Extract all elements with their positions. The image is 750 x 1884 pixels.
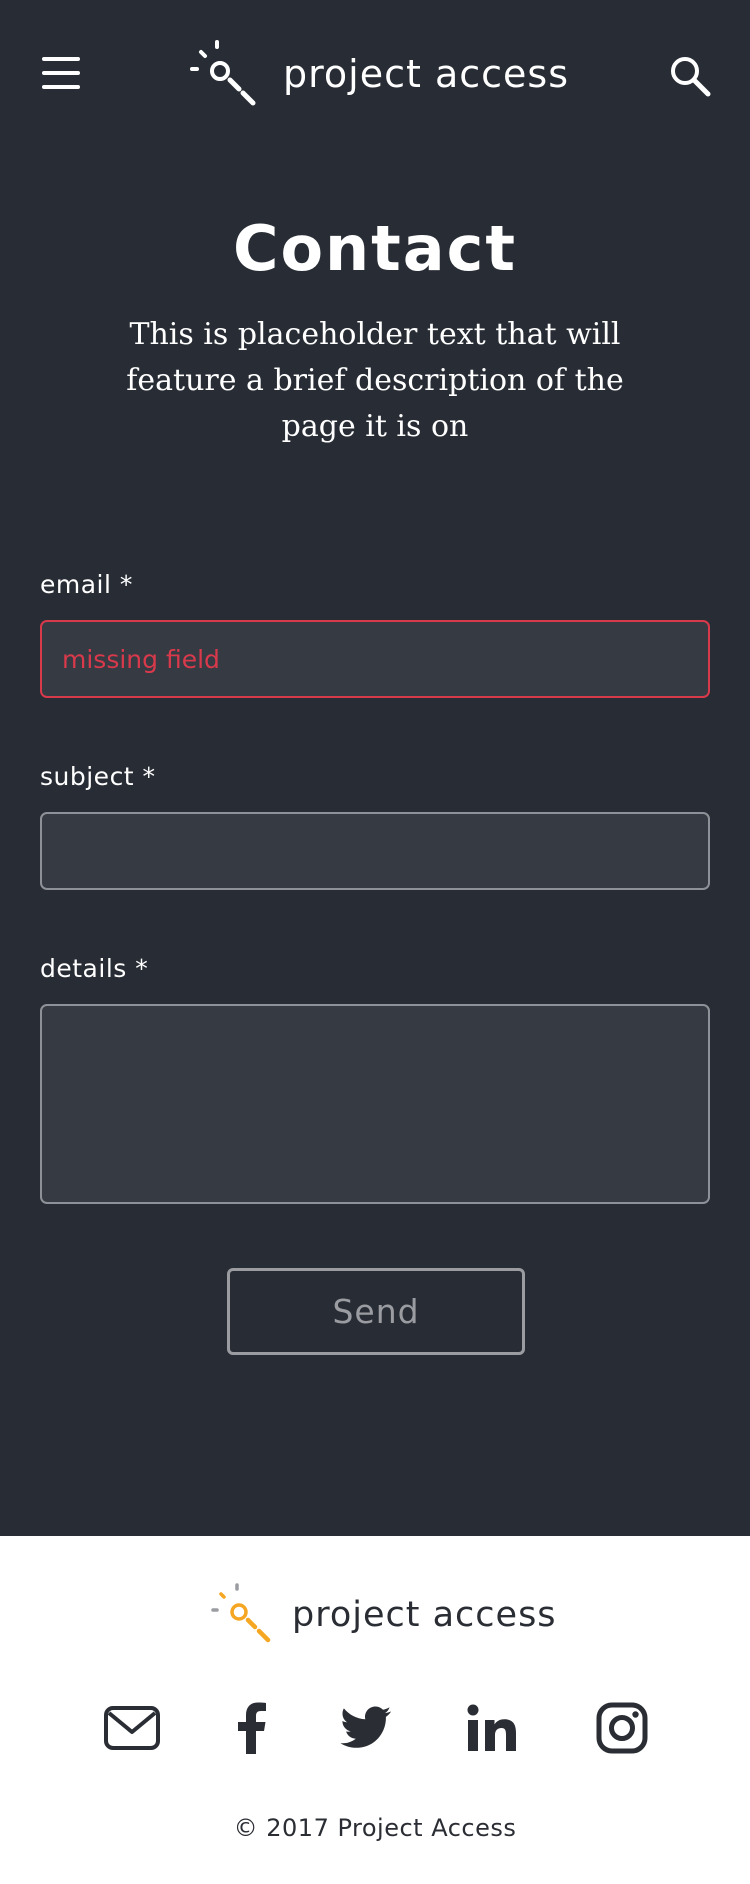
footer-logo-magnifier-icon — [211, 1583, 271, 1643]
instagram-icon[interactable] — [592, 1698, 652, 1758]
search-icon[interactable] — [668, 54, 712, 98]
mail-icon[interactable] — [102, 1698, 162, 1758]
hamburger-menu-icon[interactable] — [40, 54, 80, 94]
linkedin-icon[interactable] — [462, 1698, 522, 1758]
site-header: project access — [0, 0, 750, 150]
email-label: email * — [40, 570, 133, 599]
page-description: This is placeholder text that will featu… — [126, 317, 624, 444]
facebook-icon[interactable] — [222, 1698, 282, 1758]
page-title: Contact — [232, 212, 518, 285]
details-field[interactable] — [40, 1004, 710, 1204]
twitter-icon[interactable] — [336, 1698, 396, 1758]
site-footer: project access © 2017 Project Access — [0, 1536, 750, 1884]
copyright-text: © 2017 Project Access — [233, 1814, 517, 1842]
details-label: details * — [40, 954, 149, 983]
logo-text: project access — [283, 52, 570, 96]
footer-logo[interactable]: project access — [210, 1582, 557, 1648]
footer-logo-text: project access — [292, 1595, 557, 1635]
logo-magnifier-icon — [190, 40, 256, 106]
send-button[interactable]: Send — [227, 1268, 525, 1355]
email-field[interactable] — [40, 620, 710, 698]
subject-label: subject * — [40, 762, 156, 791]
subject-field[interactable] — [40, 812, 710, 890]
site-logo[interactable]: project access — [188, 38, 569, 110]
